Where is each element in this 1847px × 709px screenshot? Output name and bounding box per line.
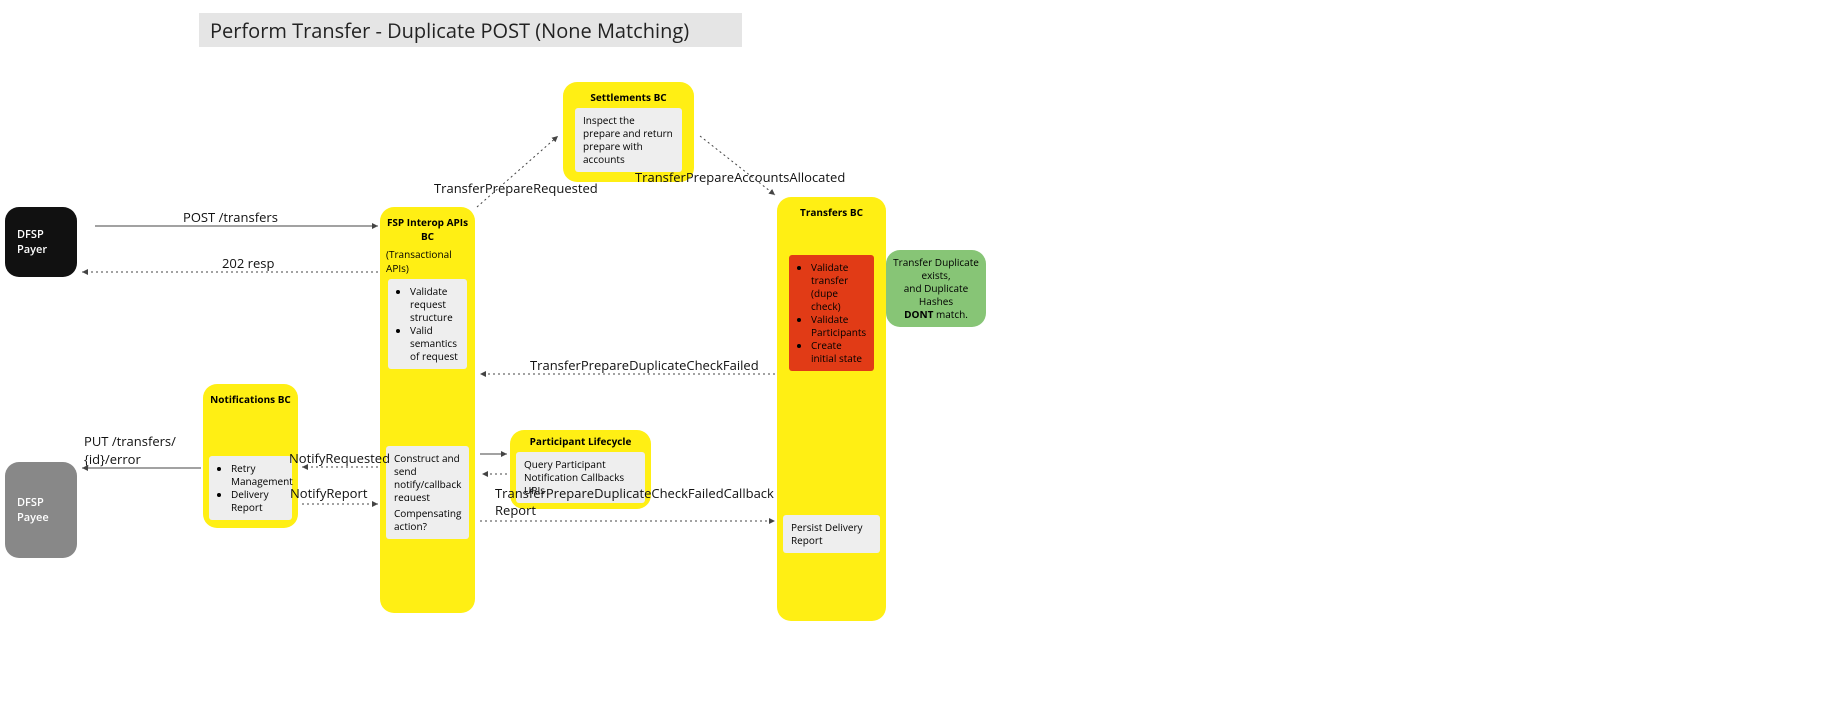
dfsp-payee-line2: Payee	[17, 510, 65, 525]
notifications-item0: Retry Management	[231, 462, 284, 488]
dfsp-payer-line1: DFSP	[17, 227, 65, 242]
connectors	[0, 0, 1847, 709]
msg-prepalloc: TransferPrepareAccountsAllocated	[635, 168, 845, 186]
page-title: Perform Transfer - Duplicate POST (None …	[199, 13, 742, 47]
msg-post: POST /transfers	[183, 208, 278, 226]
settlements-header: Settlements BC	[573, 90, 684, 104]
fspiop-bc: FSP Interop APIs BC (Transactional APIs)…	[380, 207, 475, 613]
fspiop-header: FSP Interop APIs BC	[386, 215, 469, 243]
notifications-bc: Notifications BC Retry Management Delive…	[203, 384, 298, 528]
transfers-task2: Persist Delivery Report	[783, 515, 880, 553]
msg-resp: 202 resp	[222, 254, 274, 272]
msg-callbackreport1: TransferPrepareDuplicateCheckFailedCallb…	[495, 484, 774, 502]
msg-callbackreport2: Report	[495, 501, 536, 519]
msg-notifyreport: NotifyReport	[290, 484, 367, 502]
fspiop-task3: Compensating action?	[386, 501, 469, 539]
dup-note-line1: Transfer Duplicate exists,	[892, 256, 980, 282]
lifecycle-header: Participant Lifecycle	[514, 434, 647, 448]
dfsp-payee-line1: DFSP	[17, 495, 65, 510]
dfsp-payee: DFSP Payee	[5, 462, 77, 558]
dup-note-line3: DONT match.	[892, 308, 980, 321]
notifications-task: Retry Management Delivery Report	[209, 456, 292, 520]
transfers-task1-item0: Validate transfer (dupe check)	[811, 261, 866, 313]
fspiop-task1-item1: Valid semantics of request	[410, 324, 459, 363]
settlements-bc: Settlements BC Inspect the prepare and r…	[563, 82, 694, 182]
transfers-task1-item2: Create initial state	[811, 339, 866, 365]
dup-note-line2: and Duplicate Hashes	[892, 282, 980, 308]
msg-dupfail: TransferPrepareDuplicateCheckFailed	[530, 356, 759, 374]
notifications-item1: Delivery Report	[231, 488, 284, 514]
msg-put: PUT /transfers/{id}/error	[84, 432, 184, 468]
fspiop-subheader: (Transactional APIs)	[386, 247, 469, 275]
transfers-header: Transfers BC	[787, 205, 876, 219]
fspiop-task1: Validate request structure Valid semanti…	[388, 279, 467, 369]
dfsp-payer: DFSP Payer	[5, 207, 77, 277]
dup-note: Transfer Duplicate exists, and Duplicate…	[886, 250, 986, 327]
dfsp-payer-line2: Payer	[17, 242, 65, 257]
transfers-bc: Transfers BC Validate transfer (dupe che…	[777, 197, 886, 621]
msg-prepreq: TransferPrepareRequested	[434, 179, 598, 197]
msg-notifyreq: NotifyRequested	[289, 449, 390, 467]
fspiop-task1-item0: Validate request structure	[410, 285, 459, 324]
transfers-task1-item1: Validate Participants	[811, 313, 866, 339]
settlements-text: Inspect the prepare and return prepare w…	[575, 108, 682, 172]
transfers-task1: Validate transfer (dupe check) Validate …	[789, 255, 874, 371]
notifications-header: Notifications BC	[209, 392, 292, 406]
